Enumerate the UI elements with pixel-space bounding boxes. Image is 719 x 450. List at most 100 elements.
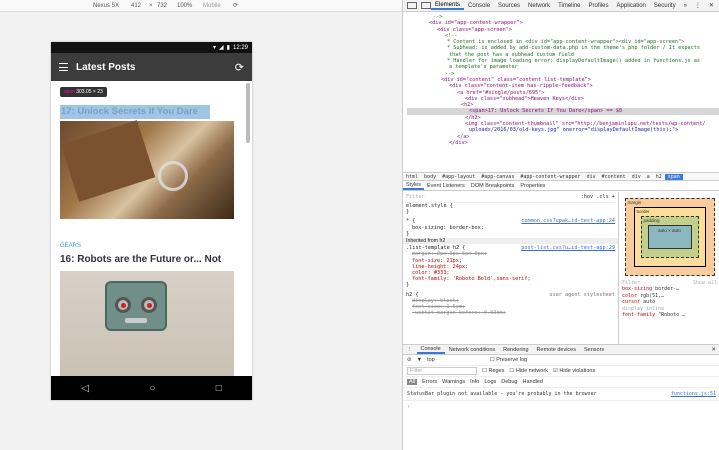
tab-styles[interactable]: Styles [403, 182, 424, 190]
rule-source-link[interactable]: common.css?upak…id-test-app:24 [521, 218, 615, 224]
width-field[interactable]: 412 [131, 3, 149, 9]
tab-rendering[interactable]: Rendering [499, 347, 532, 353]
styles-pane[interactable]: Filter :hov .cls + element.style { } com… [403, 192, 618, 344]
context-select[interactable]: top [427, 357, 435, 363]
tab-dom-breakpoints[interactable]: DOM Breakpoints [468, 183, 517, 189]
box-model-content[interactable]: auto × auto [647, 225, 692, 249]
tab-properties[interactable]: Properties [517, 183, 548, 189]
tab-console[interactable]: Console [464, 3, 494, 9]
message-source-link[interactable]: functions.js:51 [671, 391, 716, 397]
home-icon[interactable]: ○ [149, 383, 155, 394]
tab-security[interactable]: Security [650, 3, 680, 9]
tab-sources[interactable]: Sources [494, 3, 524, 9]
clear-console-icon[interactable]: ⊘ [407, 357, 412, 363]
preserve-log-checkbox[interactable]: ☐ Preserve log [490, 357, 527, 363]
post1-thumbnail[interactable] [60, 120, 234, 219]
filter-icon[interactable]: ▼ [417, 357, 422, 363]
console-prompt[interactable]: › [403, 401, 719, 413]
level-info[interactable]: Info [470, 379, 479, 385]
console-message: functions.js:51 StatusBar plugin not ava… [403, 388, 719, 401]
regex-checkbox[interactable]: ☐ Regex [482, 368, 504, 374]
book-image [60, 120, 156, 202]
level-logs[interactable]: Logs [484, 379, 496, 385]
level-warnings[interactable]: Warnings [442, 379, 465, 385]
tab-event-listeners[interactable]: Event Listeners [424, 183, 468, 189]
device-select[interactable]: Nexus 5X [93, 3, 131, 9]
refresh-icon[interactable]: ⟳ [235, 61, 244, 74]
show-all-toggle[interactable]: Show all [693, 280, 717, 286]
tab-remote-devices[interactable]: Remote devices [533, 347, 580, 353]
back-icon[interactable]: ◁ [81, 383, 89, 394]
box-model-margin[interactable]: margin border padding auto × auto [624, 198, 715, 276]
tab-console-drawer[interactable]: Console [416, 346, 445, 354]
post-title-highlighted[interactable]: 17: Unlock Secrets If You Dare [60, 105, 210, 119]
phone-frame: ▾ ◢ ▮ 12:29 Latest Posts ⟳ span 303.05 ×… [51, 42, 252, 400]
zoom-select[interactable]: 100% [177, 3, 203, 9]
scrollbar[interactable] [246, 83, 250, 143]
crumb[interactable]: #content [599, 174, 629, 180]
tab-sensors[interactable]: Sensors [580, 347, 608, 353]
crumb[interactable]: #app-canvas [478, 174, 517, 180]
rule-selector[interactable]: * { [406, 218, 415, 224]
post2-title[interactable]: 16: Robots are the Future or... Not [60, 254, 221, 265]
hov-cls-toggles[interactable]: :hov .cls + [581, 194, 615, 200]
tab-application[interactable]: Application [613, 3, 650, 9]
post2-category: GEARS [60, 243, 82, 249]
inspect-tooltip: span 303.05 × 23 [60, 87, 107, 97]
hide-network-checkbox[interactable]: ☐ Hide network [509, 368, 548, 374]
dom-line[interactable]: </div> [407, 140, 719, 146]
menu-icon[interactable]: ⋮ [691, 2, 705, 9]
rotate-icon[interactable]: ⟳ [233, 2, 238, 9]
computed-prop[interactable]: font-family "Roboto … [622, 312, 717, 318]
crumb-current[interactable]: span [664, 173, 683, 180]
level-handled[interactable]: Handled [522, 379, 543, 385]
level-all[interactable]: All [407, 379, 418, 385]
box-model-border[interactable]: border padding auto × auto [633, 207, 706, 267]
crumb[interactable]: #app-content-wrapper [517, 174, 583, 180]
level-errors[interactable]: Errors [422, 379, 437, 385]
rule-selector[interactable]: h2 { [406, 292, 419, 298]
crumb[interactable]: h2 [653, 174, 665, 180]
post1-title[interactable]: 17: Unlock Secrets If You Dare [60, 106, 198, 117]
crumb[interactable]: body [421, 174, 439, 180]
computed-list[interactable]: Filter Show all box-sizing border-… colo… [622, 280, 717, 318]
crumb[interactable]: #app-layout [439, 174, 478, 180]
post-list[interactable]: span 303.05 × 23 17: Unlock Secrets If Y… [51, 81, 252, 376]
drawer-close-icon[interactable]: ✕ [707, 347, 719, 353]
hamburger-menu-icon[interactable] [59, 63, 68, 71]
more-tabs-icon[interactable]: » [680, 3, 691, 9]
crumb[interactable]: div [584, 174, 599, 180]
dom-line[interactable]: * Subhead: is added by add-custom-data.p… [407, 45, 719, 51]
crumb[interactable]: a [644, 174, 653, 180]
close-icon[interactable]: ✕ [705, 2, 718, 9]
tab-profiles[interactable]: Profiles [585, 3, 613, 9]
tab-elements[interactable]: Elements [431, 2, 465, 10]
recents-icon[interactable]: □ [216, 383, 222, 394]
console-drawer: ⋮ Console Network conditions Rendering R… [403, 344, 719, 450]
tab-network-conditions[interactable]: Network conditions [445, 347, 499, 353]
hide-violations-checkbox[interactable]: ☑ Hide violations [553, 368, 595, 374]
height-field[interactable]: 732 [157, 3, 177, 9]
app-bar: Latest Posts ⟳ [51, 53, 252, 81]
key-ring-image [158, 161, 188, 191]
drawer-menu-icon[interactable]: ⋮ [403, 347, 417, 353]
android-status-bar: ▾ ◢ ▮ 12:29 [51, 42, 252, 53]
level-debug[interactable]: Debug [501, 379, 517, 385]
box-model-padding[interactable]: padding auto × auto [640, 216, 699, 258]
dom-tree[interactable]: --> <div id="app-content-wrapper"> <div … [403, 12, 719, 172]
rule-source-link[interactable]: post-list.css?u…id-test-app:29 [521, 245, 615, 251]
crumb[interactable]: div [629, 174, 644, 180]
mode-select[interactable]: Mobile [203, 3, 233, 9]
rule-selector[interactable]: .list-template h2 { [406, 245, 465, 251]
post2-thumbnail[interactable] [60, 271, 234, 376]
console-filter-input[interactable]: Filter [407, 367, 477, 375]
crumb[interactable]: html [403, 174, 421, 180]
device-mode-icon[interactable] [421, 2, 431, 9]
tab-timeline[interactable]: Timeline [554, 3, 584, 9]
tab-network[interactable]: Network [524, 3, 554, 9]
styles-filter[interactable]: Filter :hov .cls + [406, 194, 615, 203]
console-levels: All Errors Warnings Info Logs Debug Hand… [403, 377, 719, 388]
css-declaration[interactable]: -webkit-margin-before: 0.83em; [406, 310, 615, 316]
inspect-icon[interactable] [407, 2, 417, 9]
inherited-header: Inherited from h2 [403, 238, 618, 245]
